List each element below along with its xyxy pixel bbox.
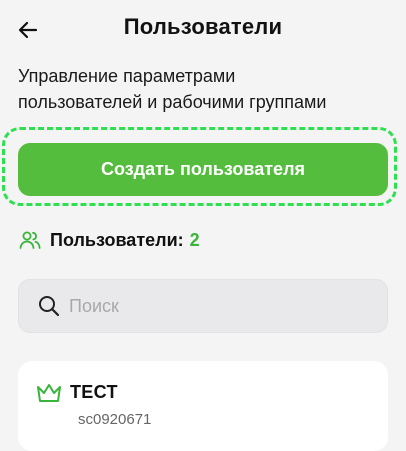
page-title: Пользователи — [123, 14, 283, 39]
search-input[interactable] — [69, 295, 369, 317]
header: Пользователи — [0, 0, 406, 56]
users-icon — [18, 228, 42, 252]
user-name: ТЕСТ — [70, 382, 118, 402]
description-line-1: Управление параметрами — [18, 66, 236, 86]
create-user-button[interactable]: Создать пользователя — [18, 143, 388, 196]
users-screen: Пользователи Управление параметрами поль… — [0, 0, 406, 451]
users-count-label: Пользователи: — [50, 229, 184, 250]
crown-icon — [37, 384, 61, 402]
users-count: Пользователи: 2 — [18, 228, 200, 252]
description-line-2: пользователей и рабочими группами — [18, 92, 327, 112]
user-login: sc0920671 — [78, 411, 152, 428]
user-card[interactable]: ТЕСТ sc0920671 — [18, 361, 388, 451]
search-icon — [37, 294, 61, 318]
search-box[interactable] — [18, 279, 388, 333]
page-description: Управление параметрами пользователей и р… — [18, 63, 388, 115]
users-count-value: 2 — [189, 229, 200, 250]
